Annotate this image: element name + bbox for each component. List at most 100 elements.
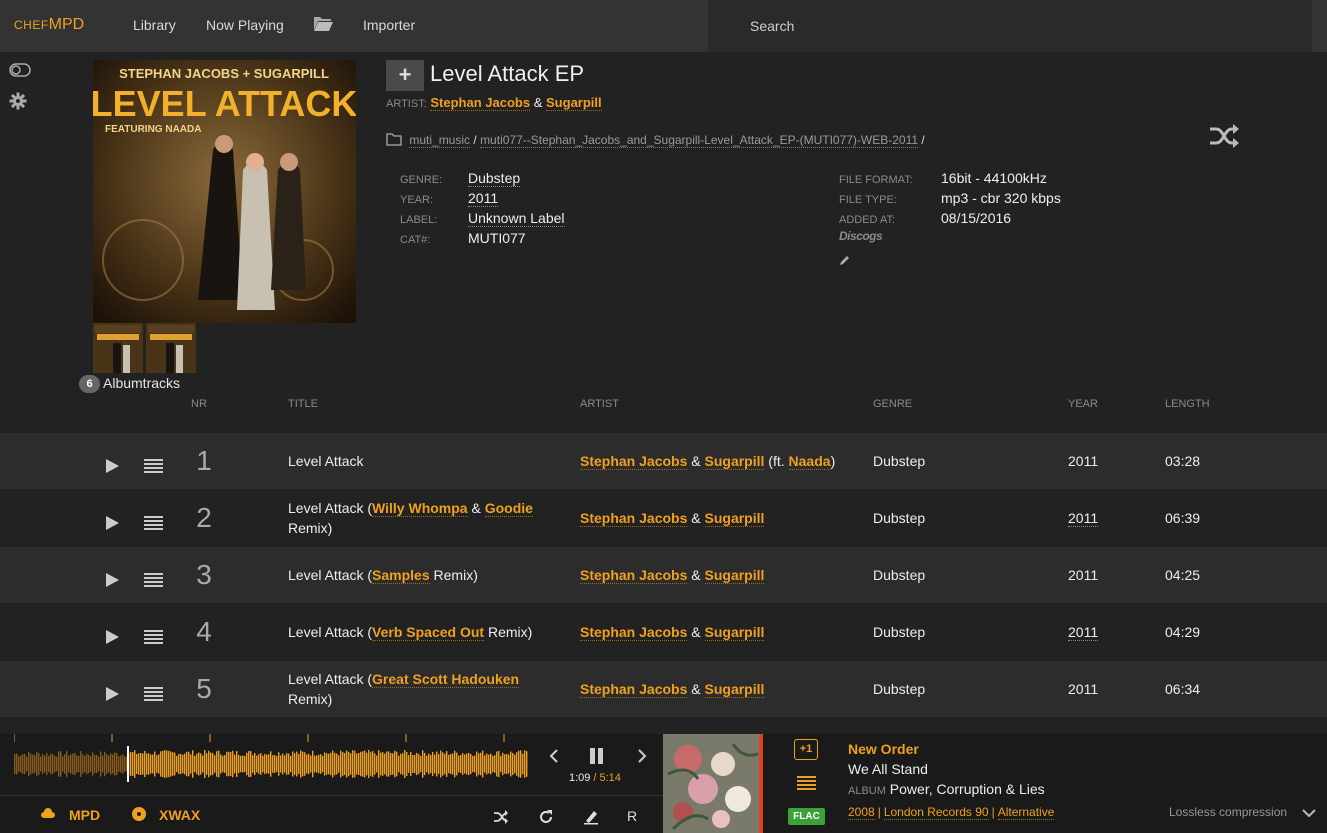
- now-playing-album-title[interactable]: Power, Corruption & Lies: [890, 781, 1045, 797]
- cover-thumbnail-2[interactable]: [146, 323, 196, 373]
- repeat-single-toggle[interactable]: R: [627, 808, 637, 824]
- breadcrumb-item[interactable]: muti_music: [409, 133, 471, 148]
- track-year[interactable]: 2011: [1068, 624, 1099, 641]
- search-input[interactable]: [708, 0, 1312, 52]
- track-year: 2011: [1068, 681, 1099, 697]
- track-title[interactable]: Level Attack (Samples Remix): [288, 565, 548, 585]
- artist-link-1[interactable]: Stephan Jacobs: [430, 95, 531, 111]
- folder-icon[interactable]: [313, 15, 335, 33]
- pause-icon[interactable]: [588, 747, 606, 765]
- artist-link-2[interactable]: Sugarpill: [546, 95, 602, 111]
- track-artist: Stephan Jacobs & Sugarpill: [580, 681, 765, 698]
- meta-value[interactable]: 2011: [468, 190, 499, 207]
- discogs-link[interactable]: Discogs: [839, 229, 883, 243]
- artist-link[interactable]: Stephan Jacobs: [580, 681, 688, 698]
- edit-pencil-icon[interactable]: [839, 253, 851, 265]
- artist-link[interactable]: Sugarpill: [704, 681, 765, 698]
- add-album-button[interactable]: +: [386, 60, 424, 91]
- play-icon[interactable]: [105, 459, 119, 473]
- column-header-length[interactable]: LENGTH: [1165, 398, 1210, 410]
- now-playing-genre[interactable]: Alternative: [997, 805, 1055, 820]
- now-playing-label[interactable]: London Records 90: [883, 805, 989, 820]
- play-icon[interactable]: [105, 630, 119, 644]
- feat-suffix: ): [830, 453, 836, 469]
- source-xwax[interactable]: XWAX: [159, 807, 200, 823]
- waveform-bar: [438, 754, 440, 774]
- now-playing-year[interactable]: 2008: [848, 805, 875, 820]
- nav-importer[interactable]: Importer: [363, 17, 415, 33]
- waveform-bar: [190, 754, 192, 774]
- queue-icon[interactable]: [144, 459, 163, 473]
- track-title[interactable]: Level Attack (Willy Whompa & Goodie Remix…: [288, 498, 548, 538]
- track-title-suffix: Remix): [484, 624, 533, 640]
- waveform-bar: [382, 752, 384, 776]
- artist-link[interactable]: Stephan Jacobs: [580, 624, 688, 641]
- remixer-link[interactable]: Samples: [372, 567, 430, 584]
- artist-link[interactable]: Sugarpill: [704, 453, 765, 470]
- album-cover[interactable]: STEPHAN JACOBS + SUGARPILL LEVEL ATTACK …: [93, 60, 356, 323]
- queue-icon[interactable]: [144, 516, 163, 530]
- meta-value[interactable]: Unknown Label: [468, 210, 565, 227]
- shuffle-icon[interactable]: [493, 809, 509, 825]
- artist-link[interactable]: Sugarpill: [704, 624, 765, 641]
- remixer-link[interactable]: Great Scott Hadouken: [372, 671, 520, 688]
- table-row[interactable]: 1 Level Attack Stephan Jacobs & Sugarpil…: [0, 433, 1327, 489]
- track-year[interactable]: 2011: [1068, 510, 1099, 527]
- toggle-icon[interactable]: [9, 62, 31, 80]
- eraser-icon[interactable]: [583, 809, 599, 825]
- play-icon[interactable]: [105, 573, 119, 587]
- play-icon[interactable]: [105, 516, 119, 530]
- now-playing-cover[interactable]: [663, 734, 763, 833]
- now-playing-artist[interactable]: New Order: [848, 741, 919, 757]
- waveform-bar: [226, 751, 228, 777]
- nav-library[interactable]: Library: [133, 17, 176, 33]
- table-row[interactable]: 5 Level Attack (Great Scott Hadouken Remi…: [0, 661, 1327, 717]
- next-icon[interactable]: [633, 747, 651, 765]
- artist-label: ARTIST:: [386, 98, 427, 110]
- meta-label: LABEL:: [400, 214, 438, 226]
- table-row[interactable]: 4 Level Attack (Verb Spaced Out Remix) S…: [0, 604, 1327, 660]
- artist-link[interactable]: Stephan Jacobs: [580, 567, 688, 584]
- waveform-bar: [120, 755, 122, 773]
- artist-link[interactable]: Sugarpill: [704, 567, 765, 584]
- artist-link[interactable]: Sugarpill: [704, 510, 765, 527]
- gear-icon[interactable]: [9, 92, 31, 110]
- queue-icon[interactable]: [144, 687, 163, 701]
- breadcrumb-item[interactable]: muti077--Stephan_Jacobs_and_Sugarpill-Le…: [480, 133, 919, 148]
- source-mpd[interactable]: MPD: [69, 807, 100, 823]
- repeat-icon[interactable]: [538, 809, 554, 825]
- nav-now-playing[interactable]: Now Playing: [206, 17, 284, 33]
- column-header-genre[interactable]: GENRE: [873, 398, 912, 410]
- waveform-bar: [86, 753, 88, 775]
- previous-icon[interactable]: [545, 747, 563, 765]
- queue-icon[interactable]: [144, 573, 163, 587]
- now-playing-artist-link[interactable]: New Order: [848, 741, 919, 757]
- remixer-link[interactable]: Goodie: [484, 500, 533, 517]
- table-row[interactable]: 2 Level Attack (Willy Whompa & Goodie Rem…: [0, 490, 1327, 546]
- chevron-down-icon[interactable]: [1302, 808, 1316, 818]
- remixer-link[interactable]: Verb Spaced Out: [372, 624, 485, 641]
- track-title[interactable]: Level Attack (Verb Spaced Out Remix): [288, 622, 548, 642]
- queue-icon[interactable]: [144, 630, 163, 644]
- remixer-link[interactable]: Willy Whompa: [372, 500, 468, 517]
- play-icon[interactable]: [105, 687, 119, 701]
- track-title[interactable]: Level Attack: [288, 451, 548, 471]
- column-header-nr[interactable]: NR: [191, 398, 207, 410]
- column-header-title[interactable]: TITLE: [288, 398, 318, 410]
- plus-one-button[interactable]: +1: [794, 739, 818, 760]
- cover-thumbnail-1[interactable]: [93, 323, 143, 373]
- column-header-year[interactable]: YEAR: [1068, 398, 1098, 410]
- app-logo[interactable]: CHEFMPD: [14, 16, 84, 34]
- shuffle-icon[interactable]: [1209, 122, 1239, 150]
- queue-icon[interactable]: [797, 776, 816, 790]
- waveform-seekbar[interactable]: [14, 734, 528, 794]
- meta-value[interactable]: Dubstep: [468, 170, 521, 187]
- compression-info: Lossless compression: [1169, 805, 1288, 819]
- table-row[interactable]: 3 Level Attack (Samples Remix) Stephan J…: [0, 547, 1327, 603]
- track-title[interactable]: Level Attack (Great Scott Hadouken Remix): [288, 669, 548, 709]
- waveform-bar: [396, 751, 398, 777]
- feat-artist-link[interactable]: Naada: [788, 453, 831, 470]
- artist-link[interactable]: Stephan Jacobs: [580, 510, 688, 527]
- artist-link[interactable]: Stephan Jacobs: [580, 453, 688, 470]
- column-header-artist[interactable]: ARTIST: [580, 398, 619, 410]
